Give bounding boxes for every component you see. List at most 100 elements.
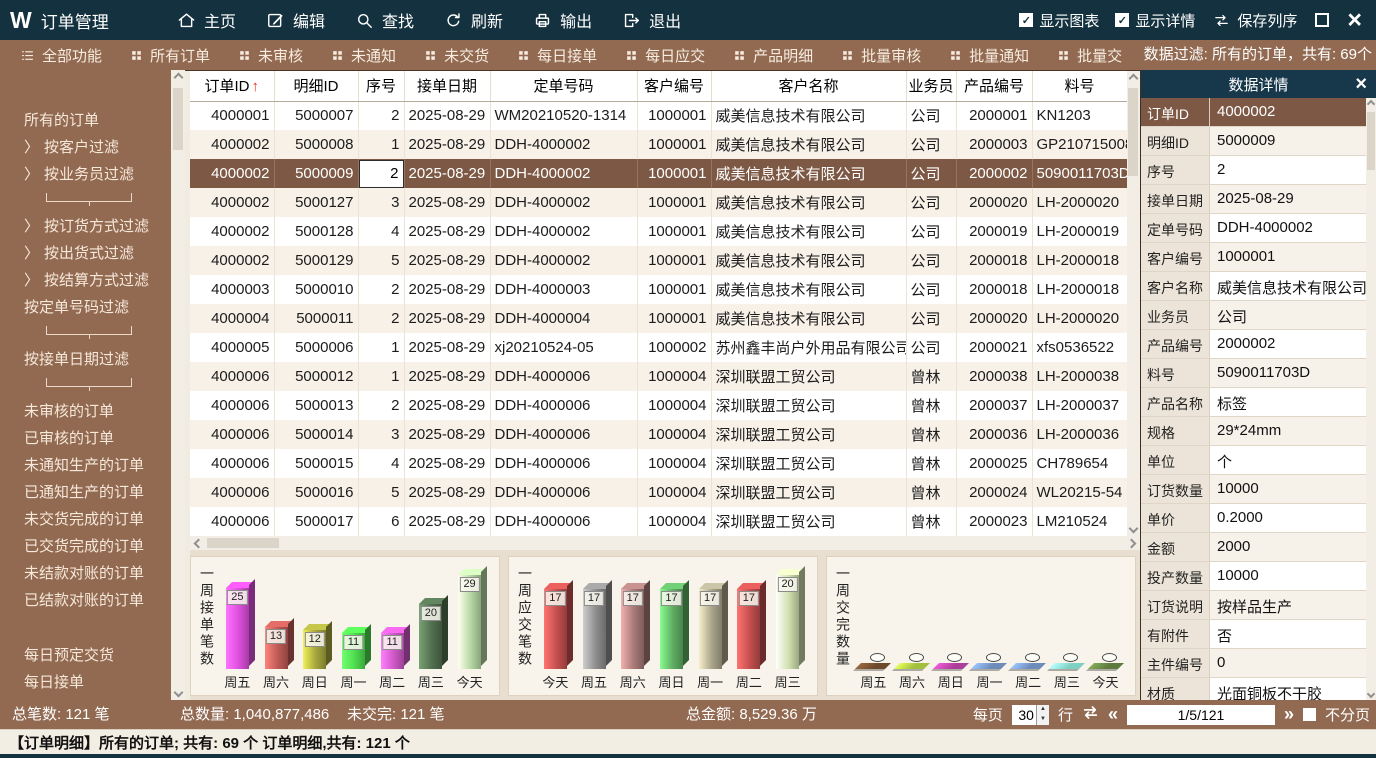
detail-field-value[interactable]: 0: [1209, 649, 1366, 677]
spinner-up-icon[interactable]: ▲: [1037, 705, 1049, 715]
cell[interactable]: 2025-08-29: [404, 478, 490, 507]
scroll-down-icon[interactable]: [1129, 524, 1139, 534]
table-row[interactable]: 4000002500000812025-08-29DDH-40000021000…: [190, 130, 1127, 159]
nav-output-button[interactable]: 输出: [518, 0, 607, 40]
cell[interactable]: 1: [358, 362, 404, 391]
cell[interactable]: 2025-08-29: [404, 101, 490, 130]
scroll-left-icon[interactable]: [194, 538, 204, 548]
scrollbar-thumb[interactable]: [1128, 88, 1138, 176]
cell[interactable]: 1000001: [637, 304, 711, 333]
sidebar-item[interactable]: 未审核的订单: [0, 397, 185, 424]
tab-未交货[interactable]: 未交货: [410, 40, 503, 70]
table-row[interactable]: 4000006500001322025-08-29DDH-40000061000…: [190, 391, 1127, 420]
cell[interactable]: 4000002: [190, 246, 274, 275]
tab-未审核[interactable]: 未审核: [224, 40, 317, 70]
cell[interactable]: DDH-4000002: [490, 246, 637, 275]
cell[interactable]: DDH-4000004: [490, 304, 637, 333]
cell[interactable]: DDH-4000003: [490, 275, 637, 304]
cell[interactable]: 4000005: [190, 333, 274, 362]
cell[interactable]: 深圳联盟工贸公司: [711, 362, 906, 391]
cell[interactable]: 2000020: [956, 188, 1032, 217]
cell[interactable]: 2: [358, 391, 404, 420]
cell[interactable]: 5000011: [274, 304, 358, 333]
sidebar-item[interactable]: 已审核的订单: [0, 424, 185, 451]
sidebar-scrollbar[interactable]: [171, 70, 185, 700]
cell[interactable]: 1000001: [637, 188, 711, 217]
cell[interactable]: 苏州鑫丰尚户外用品有限公司: [711, 333, 906, 362]
cell[interactable]: 3: [358, 420, 404, 449]
cell[interactable]: 1000004: [637, 420, 711, 449]
cell[interactable]: 2: [358, 101, 404, 130]
table-row[interactable]: 4000001500000722025-08-29WM20210520-1314…: [190, 101, 1127, 130]
cell[interactable]: LH-2000018: [1032, 246, 1127, 275]
table-row[interactable]: 4000002500012952025-08-29DDH-40000021000…: [190, 246, 1127, 275]
cell[interactable]: 2000018: [956, 246, 1032, 275]
cell[interactable]: 1000001: [637, 159, 711, 188]
cell[interactable]: DDH-4000006: [490, 449, 637, 478]
cell[interactable]: 2025-08-29: [404, 449, 490, 478]
scroll-up-icon[interactable]: [173, 73, 183, 83]
table-row[interactable]: 4000006500001212025-08-29DDH-40000061000…: [190, 362, 1127, 391]
cell[interactable]: 曾林: [906, 449, 956, 478]
cell[interactable]: 2000036: [956, 420, 1032, 449]
cell[interactable]: 1000004: [637, 391, 711, 420]
scroll-right-icon[interactable]: [1127, 538, 1137, 548]
tab-批量交[interactable]: 批量交: [1043, 40, 1136, 70]
cell[interactable]: 5000006: [274, 333, 358, 362]
detail-field-value[interactable]: 5090011703D: [1209, 359, 1366, 387]
cell[interactable]: 1000001: [637, 217, 711, 246]
cell[interactable]: 2025-08-29: [404, 304, 490, 333]
cell[interactable]: 4000001: [190, 101, 274, 130]
table-row[interactable]: 4000002500012732025-08-29DDH-40000021000…: [190, 188, 1127, 217]
close-button[interactable]: ×: [1347, 8, 1362, 33]
sidebar-item[interactable]: 未通知生产的订单: [0, 451, 185, 478]
cell[interactable]: 2000003: [956, 130, 1032, 159]
cell[interactable]: 2025-08-29: [404, 217, 490, 246]
sidebar-item[interactable]: 〉按结算方式过滤: [0, 266, 185, 293]
cell[interactable]: 2025-08-29: [404, 420, 490, 449]
table-row[interactable]: 4000006500001652025-08-29DDH-40000061000…: [190, 478, 1127, 507]
cell[interactable]: 2025-08-29: [404, 246, 490, 275]
cell[interactable]: WM20210520-1314: [490, 101, 637, 130]
cell[interactable]: 公司: [906, 159, 956, 188]
cell[interactable]: 5000009: [274, 159, 358, 188]
sidebar-item[interactable]: 每日预定交货: [0, 641, 185, 668]
cell[interactable]: 公司: [906, 304, 956, 333]
cell[interactable]: 威美信息技术有限公司: [711, 275, 906, 304]
table-row[interactable]: 4000004500001122025-08-29DDH-40000041000…: [190, 304, 1127, 333]
cell[interactable]: xj20210524-05: [490, 333, 637, 362]
detail-field-value[interactable]: 10000: [1209, 562, 1366, 590]
cell[interactable]: 2: [358, 304, 404, 333]
cell[interactable]: 曾林: [906, 478, 956, 507]
tab-未通知[interactable]: 未通知: [317, 40, 410, 70]
cell[interactable]: 4000002: [190, 188, 274, 217]
cell[interactable]: 2000018: [956, 275, 1032, 304]
cell[interactable]: 2000037: [956, 391, 1032, 420]
cell[interactable]: 5090011703D: [1032, 159, 1127, 188]
detail-field-value[interactable]: 标签: [1209, 388, 1366, 416]
nav-edit-button[interactable]: 编辑: [251, 0, 340, 40]
table-row[interactable]: 4000006500001762025-08-29DDH-40000061000…: [190, 507, 1127, 536]
column-header-客户编号[interactable]: 客户编号: [637, 71, 711, 101]
cell[interactable]: 威美信息技术有限公司: [711, 159, 906, 188]
scrollbar-thumb[interactable]: [1367, 112, 1375, 170]
cell[interactable]: WL20215-54: [1032, 478, 1127, 507]
detail-field-value[interactable]: 4000002: [1209, 98, 1366, 126]
cell[interactable]: 公司: [906, 275, 956, 304]
sidebar-item[interactable]: 已通知生产的订单: [0, 478, 185, 505]
detail-field-value[interactable]: 2000: [1209, 533, 1366, 561]
column-header-订单ID[interactable]: 订单ID↑: [190, 71, 274, 101]
column-header-料号[interactable]: 料号: [1032, 71, 1127, 101]
cell[interactable]: 2000038: [956, 362, 1032, 391]
cell[interactable]: 5: [358, 246, 404, 275]
cell[interactable]: 1000004: [637, 449, 711, 478]
cell[interactable]: LH-2000036: [1032, 420, 1127, 449]
cell[interactable]: 2000021: [956, 333, 1032, 362]
column-header-客户名称[interactable]: 客户名称: [711, 71, 906, 101]
cell[interactable]: CH789654: [1032, 449, 1127, 478]
nav-home-button[interactable]: 主页: [162, 0, 251, 40]
cell[interactable]: LH-2000038: [1032, 362, 1127, 391]
cell[interactable]: 2000019: [956, 217, 1032, 246]
cell[interactable]: 1000004: [637, 478, 711, 507]
detail-field-value[interactable]: 2: [1209, 156, 1366, 184]
